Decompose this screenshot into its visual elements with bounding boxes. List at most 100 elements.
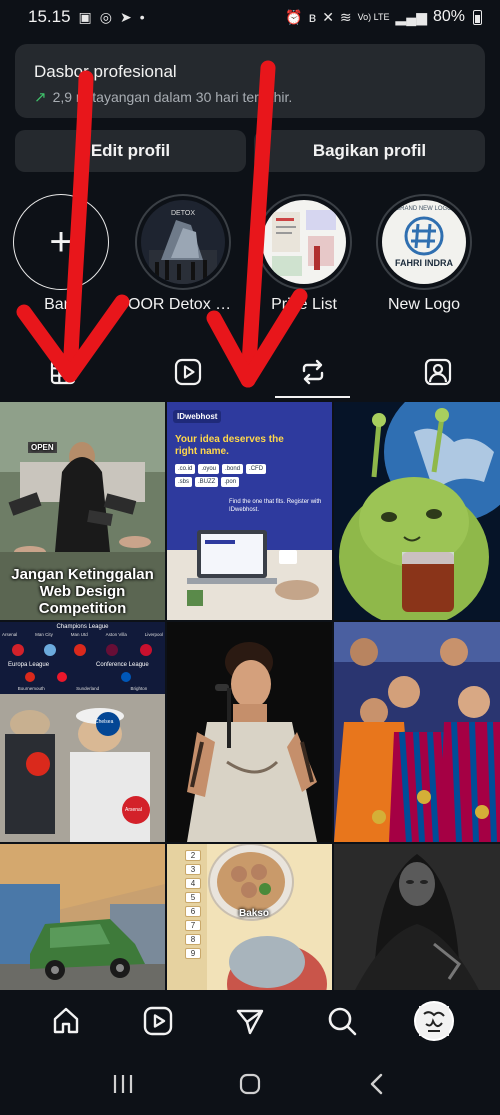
dashboard-subtitle-row: ↗ 2,9 rb tayangan dalam 30 hari terakhir…: [34, 88, 466, 106]
posts-grid: OPEN Jangan Ketinggalan Web Design Compe…: [0, 402, 500, 990]
telegram-notification-icon: ➤: [120, 8, 132, 25]
share-profile-button[interactable]: Bagikan profil: [254, 130, 485, 172]
post4-teams-row1: Arsenal Man City Man Utd Aston Villa Liv…: [2, 632, 163, 637]
wifi-icon: ≋: [339, 8, 352, 25]
team-label: Man City: [35, 632, 53, 637]
logo-thumb-name: FAHRI INDRA: [395, 258, 453, 268]
nav-home[interactable]: [41, 996, 91, 1046]
highlight-new-ring: +: [13, 194, 109, 290]
number-tile: 9: [185, 948, 201, 959]
nav-search[interactable]: [317, 996, 367, 1046]
post4-mid: Europa League: [8, 662, 50, 668]
highlight-price-thumbnail: [262, 200, 346, 284]
highlight-label: New Logo: [387, 296, 461, 313]
post4-top: Champions League: [56, 624, 109, 630]
grid-icon: [50, 359, 75, 385]
highlight-ring: [256, 194, 352, 290]
oor-thumb-text: DETOX: [171, 210, 195, 217]
post2-brand: IDwebhost: [173, 410, 222, 423]
number-tile: 2: [185, 850, 201, 861]
more-notifications-icon: •: [139, 9, 145, 25]
professional-dashboard-card[interactable]: Dasbor profesional ↗ 2,9 rb tayangan dal…: [15, 44, 485, 118]
recent-apps-icon: [114, 1074, 133, 1093]
recent-apps-button[interactable]: [103, 1064, 143, 1104]
highlight-new-logo[interactable]: BRAND NEW LOGO FAHRI INDRA New Logo: [369, 194, 479, 314]
tab-tagged[interactable]: [375, 346, 500, 398]
repost-icon: [302, 359, 323, 385]
domain-chip: .pon: [221, 477, 240, 487]
team-label: Brighton: [130, 686, 148, 691]
highlight-label: OOR Detox JK...: [128, 296, 238, 313]
post-thumbnail[interactable]: Champions League Arsenal Man City Man Ut…: [0, 622, 165, 842]
highlight-logo-thumbnail: BRAND NEW LOGO FAHRI INDRA: [382, 200, 466, 284]
team-label: Sunderland: [76, 686, 100, 691]
post2-cta: Find the one that fits. Register with ID…: [229, 499, 322, 513]
post1-sign: OPEN: [28, 442, 57, 453]
highlight-ring: BRAND NEW LOGO FAHRI INDRA: [376, 194, 472, 290]
domain-chip: .bond: [222, 464, 244, 474]
post-thumbnail[interactable]: 2 3 4 5 6 7 8 9 Bakso: [167, 844, 332, 990]
number-tile: 4: [185, 878, 201, 889]
bluetooth-icon: ʙ: [308, 9, 317, 25]
status-bar: 15.15 ▣ ◎ ➤ • ⏰ ʙ ✕ ≋ Vo) LTE ▂▄▆ 80%: [0, 0, 500, 34]
mute-icon: ✕: [322, 8, 334, 25]
send-icon: [236, 1009, 264, 1035]
status-time: 15.15: [28, 7, 71, 26]
highlight-oor-detox[interactable]: DETOX OOR Detox JK...: [128, 194, 238, 314]
home-button[interactable]: [230, 1064, 270, 1104]
post-thumbnail[interactable]: [334, 622, 500, 842]
gallery-notification-icon: ▣: [78, 8, 92, 25]
club-label: Arsenal: [125, 807, 142, 813]
home-icon: [53, 1007, 79, 1034]
trend-up-icon: ↗: [34, 89, 47, 106]
tagged-person-icon: [424, 358, 451, 386]
post-thumbnail[interactable]: [334, 402, 500, 620]
post-thumbnail[interactable]: [167, 622, 332, 842]
highlight-ring: DETOX: [135, 194, 231, 290]
domain-chip: .oyou: [198, 464, 220, 474]
domain-chip: .co.id: [175, 464, 196, 474]
nav-profile[interactable]: [409, 996, 459, 1046]
tab-reels[interactable]: [125, 346, 250, 398]
highlight-new[interactable]: + Baru: [6, 194, 116, 314]
highlight-label: Price List: [271, 296, 337, 313]
story-highlights: + Baru DETOX OOR Detox JK... Price List …: [0, 194, 500, 324]
network-label: Vo) LTE: [357, 11, 390, 22]
search-icon: [328, 1007, 357, 1036]
back-icon: [370, 1073, 382, 1094]
post-thumbnail[interactable]: [0, 844, 165, 990]
team-label: Man Utd: [70, 632, 88, 637]
post4-right: Conference League: [96, 662, 149, 668]
profile-tabs: [0, 346, 500, 398]
post-thumbnail[interactable]: OPEN Jangan Ketinggalan Web Design Compe…: [0, 402, 165, 620]
signal-icon: ▂▄▆: [395, 8, 427, 25]
home-button-icon: [239, 1073, 261, 1094]
dashboard-title: Dasbor profesional: [34, 62, 177, 81]
reels-icon: [143, 1006, 173, 1036]
highlight-oor-thumbnail: DETOX: [141, 200, 225, 284]
post2-domain-chips: .co.id .oyou .bond .CFD .sbs .BUZZ .pon: [175, 464, 275, 487]
tab-reposts[interactable]: [250, 346, 375, 398]
dashboard-subtitle: 2,9 rb tayangan dalam 30 hari terakhir.: [52, 89, 293, 105]
bottom-navigation: [0, 990, 500, 1052]
number-tile: 8: [185, 934, 201, 945]
plus-icon: +: [49, 220, 73, 264]
post4-teams-row2: Bournemouth Sunderland Brighton: [2, 686, 163, 691]
domain-chip: .CFD: [246, 464, 267, 474]
highlight-price-list[interactable]: Price List: [249, 194, 359, 314]
post8-label: Bakso: [239, 908, 270, 919]
tab-posts-grid[interactable]: [0, 346, 125, 398]
logo-thumb-top: BRAND NEW LOGO: [396, 206, 452, 212]
nav-reels[interactable]: [133, 996, 183, 1046]
nav-direct-messages[interactable]: [225, 996, 275, 1046]
team-label: Aston Villa: [105, 632, 127, 637]
team-label: Liverpool: [144, 632, 163, 637]
post-thumbnail[interactable]: IDwebhost Your idea deserves the right n…: [167, 402, 332, 620]
back-button[interactable]: [357, 1064, 397, 1104]
post1-caption: Jangan Ketinggalan Web Design Competitio…: [11, 566, 154, 617]
post2-headline: Your idea deserves the right name.: [175, 434, 284, 457]
post-thumbnail[interactable]: [334, 844, 500, 990]
edit-profile-button[interactable]: Edit profil: [15, 130, 246, 172]
reels-icon: [174, 358, 201, 386]
number-tile: 3: [185, 864, 201, 875]
